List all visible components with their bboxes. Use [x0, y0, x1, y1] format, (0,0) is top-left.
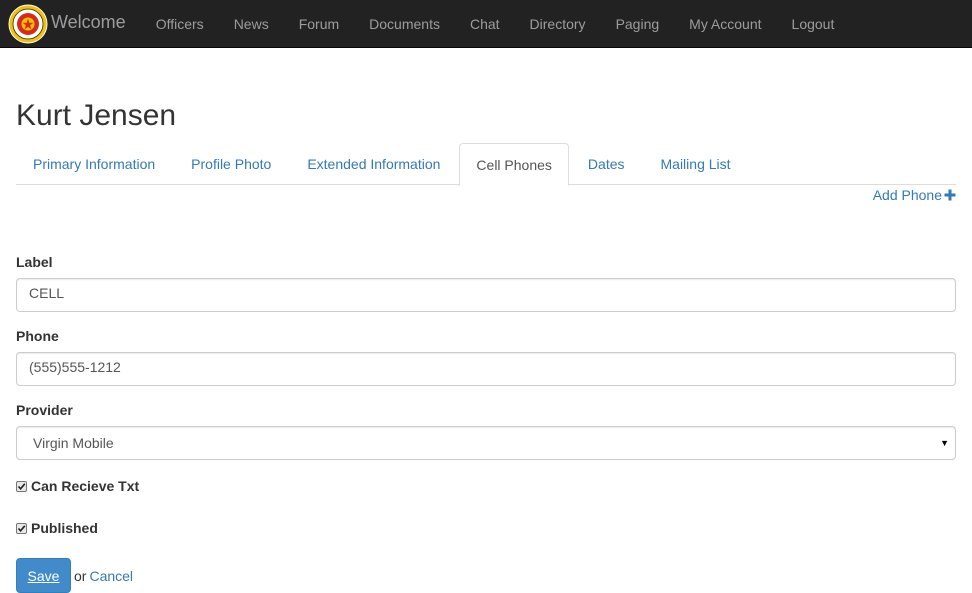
label-input[interactable]: CELL — [16, 278, 956, 312]
nav-directory[interactable]: Directory — [515, 0, 601, 48]
nav-paging[interactable]: Paging — [601, 0, 675, 48]
published-label: Published — [31, 520, 98, 536]
save-button-label: Save — [27, 567, 60, 584]
published-row: Published — [16, 520, 98, 536]
form-actions: Save or Cancel — [16, 558, 133, 593]
plus-icon — [944, 189, 956, 201]
or-text: or — [74, 567, 87, 584]
cancel-link[interactable]: Cancel — [89, 568, 133, 584]
tab-dates[interactable]: Dates — [571, 143, 642, 185]
nav-news[interactable]: News — [219, 0, 284, 48]
checkmark-icon — [17, 482, 26, 490]
can-receive-txt-checkbox[interactable] — [16, 480, 27, 492]
save-button[interactable]: Save — [16, 558, 71, 593]
add-phone-label: Add Phone — [872, 187, 942, 203]
brand[interactable]: Welcome — [0, 0, 126, 48]
tab-extended-information[interactable]: Extended Information — [290, 143, 457, 185]
nav-logout[interactable]: Logout — [777, 0, 850, 48]
phone-input[interactable]: (555)555-1212 — [16, 352, 956, 386]
nav-chat[interactable]: Chat — [455, 0, 515, 48]
tab-mailing-list[interactable]: Mailing List — [644, 143, 748, 185]
nav-officers[interactable]: Officers — [141, 0, 219, 48]
label-field-label: Label — [16, 254, 53, 270]
tab-profile-photo[interactable]: Profile Photo — [174, 143, 288, 185]
provider-field-label: Provider — [16, 402, 73, 418]
nav-forum[interactable]: Forum — [284, 0, 354, 48]
union-logo-icon — [8, 4, 48, 43]
profile-tabs: Primary Information Profile Photo Extend… — [16, 143, 956, 186]
top-navbar: Welcome Officers News Forum Documents Ch… — [0, 0, 972, 48]
nav-my-account[interactable]: My Account — [674, 0, 776, 48]
main-nav: Officers News Forum Documents Chat Direc… — [141, 0, 850, 48]
published-checkbox[interactable] — [16, 522, 27, 534]
add-phone-link[interactable]: Add Phone — [873, 187, 956, 203]
can-receive-txt-row: Can Recieve Txt — [16, 478, 139, 494]
nav-documents[interactable]: Documents — [354, 0, 455, 48]
tab-cell-phones[interactable]: Cell Phones — [459, 143, 569, 186]
phone-field-label: Phone — [16, 328, 59, 344]
checkmark-icon — [17, 524, 26, 532]
brand-title: Welcome — [51, 12, 126, 32]
provider-selected-value: Virgin Mobile — [33, 435, 114, 451]
dropdown-caret-icon: ▼ — [940, 438, 949, 448]
tab-primary-information[interactable]: Primary Information — [16, 143, 172, 185]
can-receive-txt-label: Can Recieve Txt — [31, 478, 140, 494]
provider-select[interactable]: Virgin Mobile ▼ — [16, 426, 956, 460]
page-title: Kurt Jensen — [16, 99, 177, 132]
